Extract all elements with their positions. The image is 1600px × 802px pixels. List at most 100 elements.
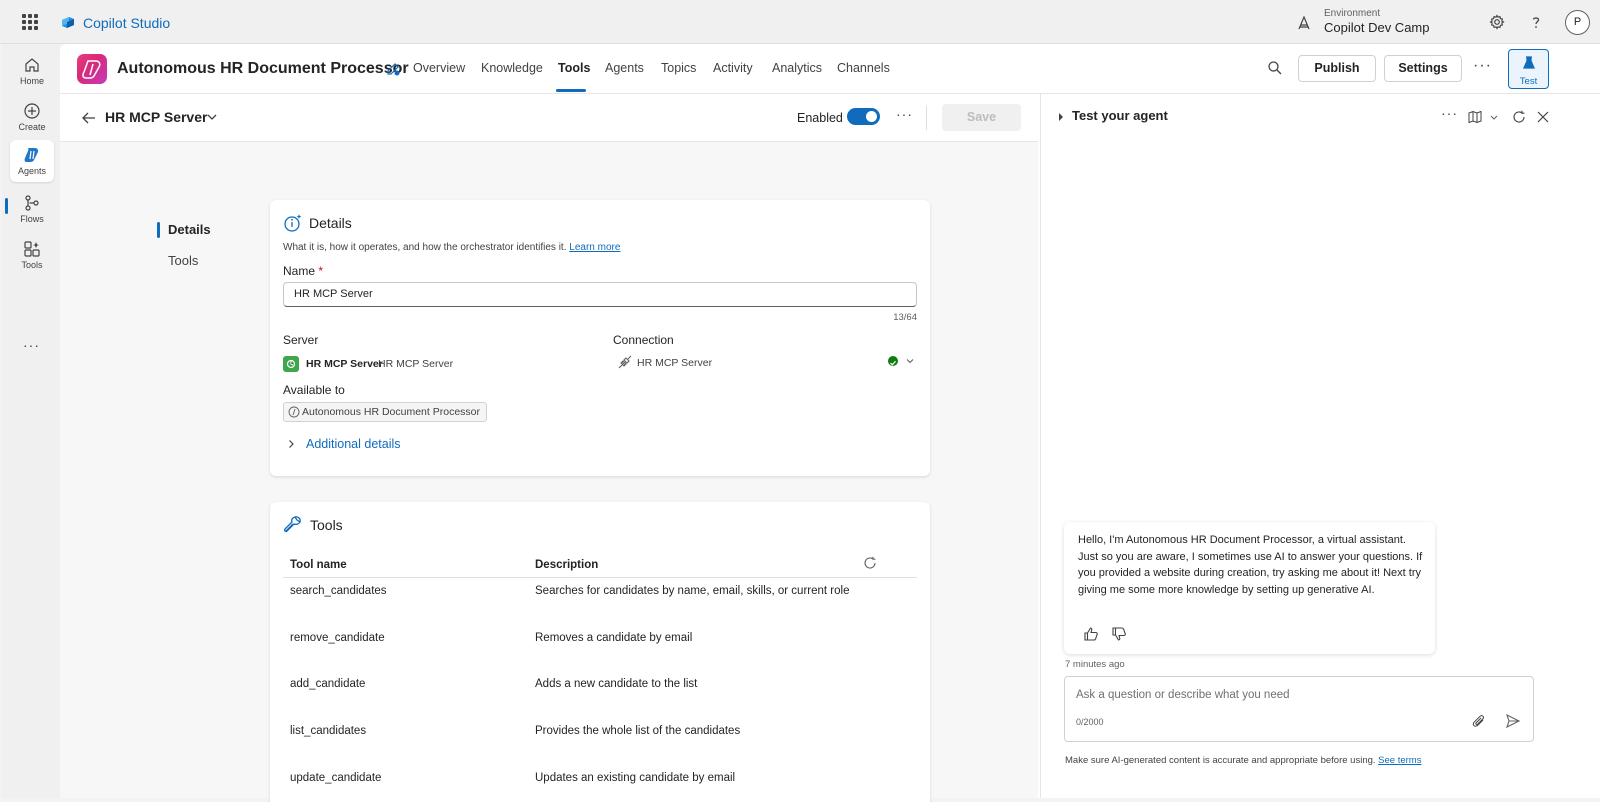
server-subtitle: HR MCP Server <box>378 358 454 370</box>
settings-gear-icon[interactable] <box>1489 14 1505 30</box>
settings-button[interactable]: Settings <box>1384 55 1462 82</box>
name-input[interactable]: HR MCP Server <box>283 282 917 307</box>
name-field-label: Name * <box>283 264 323 278</box>
map-chevron-down-icon[interactable] <box>1489 110 1499 124</box>
available-to-value: Autonomous HR Document Processor <box>302 406 480 418</box>
refresh-icon[interactable] <box>1512 110 1526 124</box>
test-pane-more-icon[interactable]: ··· <box>1441 105 1458 121</box>
tab-tools[interactable]: Tools <box>558 61 590 75</box>
rail-item-home[interactable]: Home <box>10 50 54 90</box>
agents-icon <box>24 148 39 162</box>
rail-label-create: Create <box>18 122 46 132</box>
rail-item-flows[interactable]: Flows <box>10 188 54 228</box>
tab-knowledge[interactable]: Knowledge <box>481 61 543 75</box>
save-button[interactable]: Save <box>942 104 1021 131</box>
details-card-title: Details <box>309 215 352 231</box>
chevron-right-icon[interactable] <box>286 439 296 449</box>
app-launcher-icon[interactable] <box>22 14 38 30</box>
sidenav-item-details[interactable]: Details <box>168 222 211 237</box>
rail-item-agents[interactable]: Agents <box>10 140 54 182</box>
collapse-caret-icon[interactable] <box>1059 113 1063 121</box>
environment-value[interactable]: Copilot Dev Camp <box>1324 20 1430 35</box>
tool-subheader: HR MCP Server Enabled ··· Save <box>60 94 1038 142</box>
enabled-toggle[interactable] <box>847 108 880 125</box>
column-header-description[interactable]: Description <box>535 559 598 571</box>
disclaimer-text: Make sure AI-generated content is accura… <box>1065 755 1376 766</box>
map-icon[interactable] <box>1468 110 1482 124</box>
back-arrow-icon[interactable] <box>81 110 97 126</box>
chat-input[interactable]: Ask a question or describe what you need… <box>1064 676 1534 742</box>
thumbs-up-icon[interactable] <box>1083 626 1099 642</box>
top-bar: Copilot Studio Environment Copilot Dev C… <box>0 0 1600 44</box>
left-navigation-rail: Home Create Agents Flows Tools ··· <box>2 44 60 798</box>
tab-agents[interactable]: Agents <box>605 61 644 75</box>
additional-details-toggle[interactable]: Additional details <box>306 437 401 451</box>
connection-name[interactable]: HR MCP Server <box>637 357 712 369</box>
test-flask-icon <box>1522 56 1535 69</box>
column-header-tool-name[interactable]: Tool name <box>290 559 347 571</box>
tools-icon <box>24 241 40 257</box>
available-to-label: Available to <box>283 383 345 397</box>
home-icon <box>25 58 39 72</box>
chat-input-placeholder[interactable]: Ask a question or describe what you need <box>1076 689 1290 701</box>
tool-description-cell: Provides the whole list of the candidate… <box>535 725 741 737</box>
tool-name-cell: list_candidates <box>290 725 367 737</box>
rail-item-tools[interactable]: Tools <box>10 234 54 274</box>
bot-message-text: Hello, I'm Autonomous HR Document Proces… <box>1078 534 1423 596</box>
connection-plug-icon <box>618 355 632 369</box>
copilot-studio-logo-icon <box>62 17 74 28</box>
agent-edit-icon[interactable] <box>385 61 401 77</box>
learn-more-link[interactable]: Learn more <box>569 242 620 253</box>
tool-name-cell: add_candidate <box>290 678 366 690</box>
tool-description-cell: Removes a candidate by email <box>535 632 693 644</box>
environment-icon[interactable] <box>1296 15 1312 31</box>
name-character-counter: 13/64 <box>893 312 917 323</box>
connection-chevron-down-icon[interactable] <box>905 356 915 366</box>
tab-topics[interactable]: Topics <box>661 61 696 75</box>
rail-more-icon[interactable]: ··· <box>23 337 40 353</box>
table-row[interactable]: list_candidates Provides the whole list … <box>283 725 917 747</box>
help-icon[interactable] <box>1528 14 1544 30</box>
rail-label-home: Home <box>19 76 44 86</box>
tool-more-icon[interactable]: ··· <box>896 106 913 122</box>
attach-paperclip-icon[interactable] <box>1472 714 1486 728</box>
tab-activity[interactable]: Activity <box>713 61 753 75</box>
connection-label: Connection <box>613 333 674 347</box>
tool-name-cell: remove_candidate <box>290 632 385 644</box>
available-to-chip: Autonomous HR Document Processor <box>283 402 487 422</box>
rail-label-tools: Tools <box>21 260 43 270</box>
search-icon[interactable] <box>1267 60 1283 76</box>
server-label: Server <box>283 333 319 347</box>
rail-label-agents: Agents <box>17 166 47 176</box>
rail-active-indicator <box>5 198 8 214</box>
close-icon[interactable] <box>1536 110 1550 124</box>
agent-header: Autonomous HR Document Processor Overvie… <box>60 44 1600 94</box>
sidenav-active-indicator <box>157 222 160 238</box>
app-area: Autonomous HR Document Processor Overvie… <box>60 44 1600 802</box>
tab-channels[interactable]: Channels <box>837 61 890 75</box>
see-terms-link[interactable]: See terms <box>1378 755 1421 766</box>
thumbs-down-icon[interactable] <box>1111 626 1127 642</box>
tab-overview[interactable]: Overview <box>413 61 465 75</box>
test-button[interactable]: Test <box>1508 49 1549 89</box>
sidenav-item-tools[interactable]: Tools <box>168 253 198 268</box>
table-row[interactable]: update_candidate Updates an existing can… <box>283 772 917 794</box>
test-button-label: Test <box>1519 76 1538 87</box>
rail-item-create[interactable]: Create <box>10 96 54 136</box>
server-icon <box>283 356 299 372</box>
header-more-icon[interactable]: ··· <box>1473 57 1492 75</box>
publish-button[interactable]: Publish <box>1298 55 1376 82</box>
user-avatar[interactable]: P <box>1565 10 1590 35</box>
table-row[interactable]: add_candidate Adds a new candidate to th… <box>283 678 917 700</box>
refresh-icon[interactable] <box>863 556 877 570</box>
required-asterisk: * <box>318 264 324 278</box>
table-row[interactable]: remove_candidate Removes a candidate by … <box>283 632 917 654</box>
details-card-subtitle: What it is, how it operates, and how the… <box>283 242 620 253</box>
test-pane-title: Test your agent <box>1072 108 1168 123</box>
table-row[interactable]: search_candidates Searches for candidate… <box>283 585 917 607</box>
send-icon[interactable] <box>1505 713 1521 729</box>
chevron-down-icon[interactable] <box>206 111 218 123</box>
tab-analytics[interactable]: Analytics <box>772 61 822 75</box>
app-brand-name[interactable]: Copilot Studio <box>83 15 170 31</box>
bot-message-bubble: Hello, I'm Autonomous HR Document Proces… <box>1064 522 1435 654</box>
